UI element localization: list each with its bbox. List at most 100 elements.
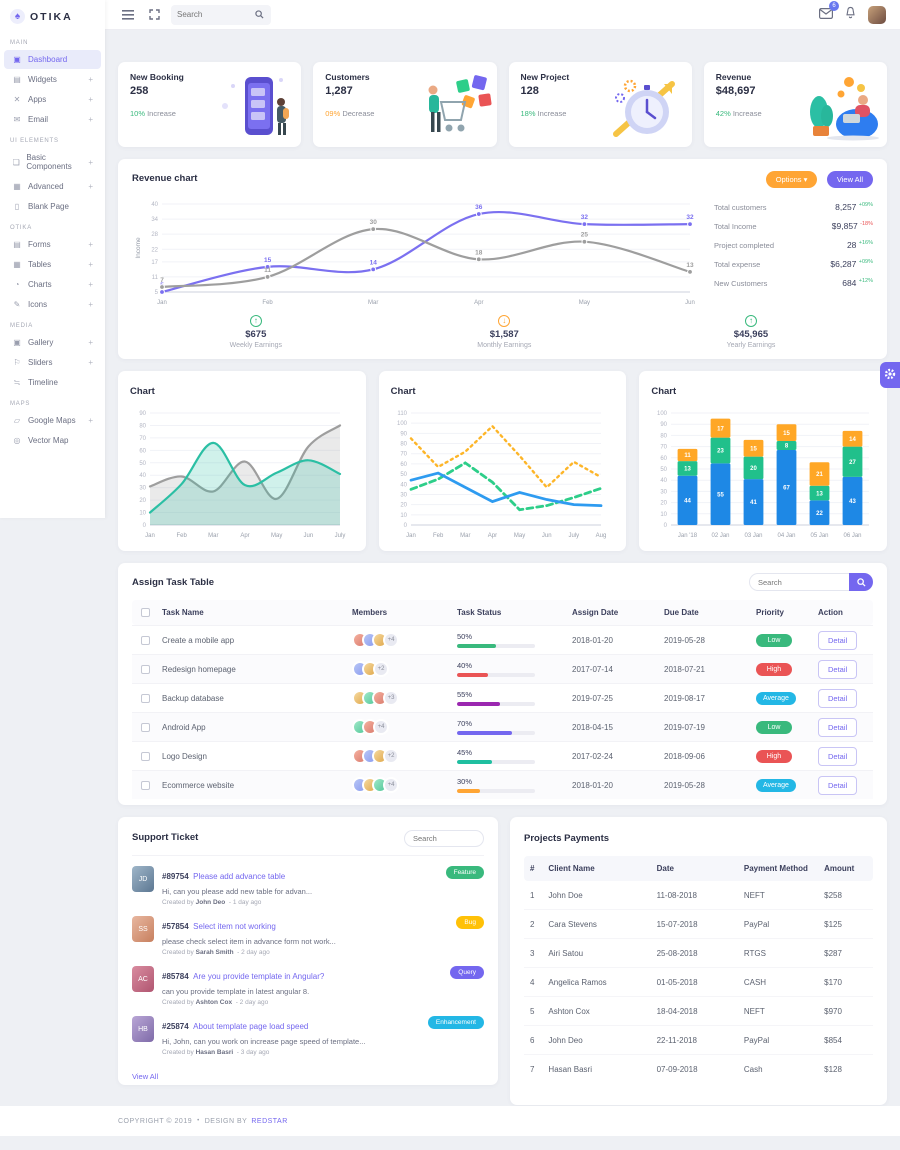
sidebar-item-vector-map[interactable]: ◎ Vector Map bbox=[4, 431, 101, 450]
ticket-title-link[interactable]: Are you provide template in Angular? bbox=[193, 972, 324, 981]
sidebar-item-basic-components[interactable]: ❏ Basic Components + bbox=[4, 148, 101, 176]
ticket-title-link[interactable]: Please add advance table bbox=[193, 872, 285, 881]
task-search-input[interactable] bbox=[749, 573, 849, 591]
view-all-button[interactable]: View All bbox=[827, 171, 873, 188]
progress-label: 55% bbox=[457, 690, 568, 699]
charts-icon: ◔ bbox=[12, 280, 22, 289]
row-checkbox[interactable] bbox=[141, 723, 150, 732]
brand-name: OTIKA bbox=[30, 11, 73, 23]
sidebar-item-icons[interactable]: ✎ Icons + bbox=[4, 295, 101, 314]
svg-text:May: May bbox=[514, 533, 525, 539]
fullscreen-icon[interactable] bbox=[145, 6, 163, 24]
sidebar-section-label: MEDIA bbox=[0, 315, 105, 332]
stat-label: Total customers bbox=[714, 203, 767, 212]
footer-brand-link[interactable]: REDSTAR bbox=[251, 1118, 287, 1125]
detail-button[interactable]: Detail bbox=[818, 776, 857, 795]
stat-card-change: 10% Increase bbox=[130, 109, 184, 118]
extra-members-badge: +4 bbox=[373, 719, 389, 735]
sidebar-item-charts[interactable]: ◔ Charts + bbox=[4, 275, 101, 294]
stat-card-value: 1,287 bbox=[325, 85, 374, 97]
shopping-illustration bbox=[407, 72, 497, 142]
sidebar-item-apps[interactable]: ✕ Apps + bbox=[4, 90, 101, 109]
stat-card-change: 18% Increase bbox=[521, 109, 570, 118]
support-title: Support Ticket bbox=[132, 832, 198, 843]
ticket-meta: Created by John Deo - 1 day ago bbox=[162, 899, 312, 906]
svg-text:17: 17 bbox=[151, 260, 158, 266]
task-search-button[interactable] bbox=[849, 573, 873, 591]
sidebar-item-sliders[interactable]: ⚐ Sliders + bbox=[4, 353, 101, 372]
table-row: 6John Deo22-11-2018PayPal$854 bbox=[524, 1026, 873, 1055]
sidebar-item-google-maps[interactable]: ▱ Google Maps + bbox=[4, 411, 101, 430]
table-row: Create a mobile app +4 50% 2018-01-20 20… bbox=[132, 625, 873, 654]
svg-text:34: 34 bbox=[151, 217, 158, 223]
ticket-title-link[interactable]: About template page load speed bbox=[193, 1022, 308, 1031]
user-avatar[interactable] bbox=[868, 6, 886, 24]
gallery-icon: ▣ bbox=[12, 338, 22, 347]
line-chart: 0102030405060708090100110JanFebMarAprMay… bbox=[391, 399, 613, 541]
row-checkbox[interactable] bbox=[141, 752, 150, 761]
sidebar-item-advanced[interactable]: ▦ Advanced + bbox=[4, 177, 101, 196]
task-status: 55% bbox=[457, 690, 572, 706]
sidebar-item-timeline[interactable]: ≒ Timeline bbox=[4, 373, 101, 392]
svg-text:11: 11 bbox=[685, 453, 692, 459]
ticket-id: #25874 bbox=[162, 1022, 189, 1031]
mail-icon[interactable]: 6 bbox=[819, 6, 833, 24]
sidebar-item-forms[interactable]: ▤ Forms + bbox=[4, 235, 101, 254]
menu-toggle-icon[interactable] bbox=[119, 6, 137, 24]
row-checkbox[interactable] bbox=[141, 636, 150, 645]
detail-button[interactable]: Detail bbox=[818, 747, 857, 766]
select-all-checkbox[interactable] bbox=[141, 608, 150, 617]
sidebar-item-tables[interactable]: ▦ Tables + bbox=[4, 255, 101, 274]
sidebar-item-gallery[interactable]: ▣ Gallery + bbox=[4, 333, 101, 352]
detail-button[interactable]: Detail bbox=[818, 631, 857, 650]
support-search-input[interactable] bbox=[404, 830, 484, 847]
options-button[interactable]: Options ▾ bbox=[766, 171, 818, 188]
detail-button[interactable]: Detail bbox=[818, 689, 857, 708]
row-checkbox[interactable] bbox=[141, 665, 150, 674]
priority-badge: High bbox=[756, 750, 792, 763]
sidebar-item-widgets[interactable]: ▤ Widgets + bbox=[4, 70, 101, 89]
sidebar-item-email[interactable]: ✉ Email + bbox=[4, 110, 101, 129]
progress-bar bbox=[457, 644, 535, 648]
svg-text:27: 27 bbox=[850, 460, 857, 466]
settings-fab-button[interactable] bbox=[880, 362, 900, 388]
sidebar-item-label: Tables bbox=[28, 260, 51, 269]
brand: ♠ OTIKA bbox=[0, 0, 105, 32]
support-view-all-link[interactable]: View All bbox=[132, 1072, 158, 1081]
priority-badge: Low bbox=[756, 634, 792, 647]
stat-label: Total Income bbox=[714, 222, 757, 231]
bell-icon[interactable] bbox=[845, 6, 856, 24]
detail-button[interactable]: Detail bbox=[818, 660, 857, 679]
svg-text:Jan: Jan bbox=[145, 533, 155, 539]
row-checkbox[interactable] bbox=[141, 694, 150, 703]
svg-text:100: 100 bbox=[657, 411, 668, 417]
sidebar-item-label: Charts bbox=[28, 280, 52, 289]
bar-chart-card: Chart 0102030405060708090100Jan '1844131… bbox=[639, 371, 887, 551]
table-row: 1John Doe11-08-2018NEFT$258 bbox=[524, 881, 873, 910]
projects-payments-card: Projects Payments #Client NameDatePaymen… bbox=[510, 817, 887, 1105]
svg-text:30: 30 bbox=[400, 492, 407, 498]
stacked-bar-chart: 0102030405060708090100Jan '1844131102 Ja… bbox=[651, 399, 873, 541]
task-status: 30% bbox=[457, 777, 572, 793]
svg-text:May: May bbox=[579, 300, 590, 306]
header-search-input[interactable] bbox=[177, 10, 255, 19]
svg-text:40: 40 bbox=[139, 473, 146, 479]
row-checkbox[interactable] bbox=[141, 781, 150, 790]
sidebar-item-dashboard[interactable]: ▣ Dashboard bbox=[4, 50, 101, 69]
sidebar-nav: MAIN ▣ Dashboard ▤ Widgets + ✕ Apps + ✉ … bbox=[0, 32, 105, 450]
payments-title: Projects Payments bbox=[524, 833, 609, 844]
stat-card-new-booking: New Booking 258 10% Increase bbox=[118, 62, 301, 147]
sidebar-item-blank-page[interactable]: ▯ Blank Page bbox=[4, 197, 101, 216]
payment-cell: 5 bbox=[524, 1007, 548, 1016]
table-row: Logo Design +2 45% 2017-02-24 2018-09-06… bbox=[132, 741, 873, 770]
expand-plus-icon: + bbox=[88, 280, 93, 289]
svg-text:36: 36 bbox=[475, 204, 483, 211]
payment-cell: John Deo bbox=[548, 1036, 656, 1045]
task-name: Android App bbox=[162, 723, 352, 732]
detail-button[interactable]: Detail bbox=[818, 718, 857, 737]
assign-date: 2017-07-14 bbox=[572, 665, 664, 674]
svg-text:21: 21 bbox=[817, 472, 824, 478]
ticket-title-link[interactable]: Select item not working bbox=[193, 922, 276, 931]
ticket-avatar: HB bbox=[132, 1016, 154, 1042]
sidebar-section-label: OTIKA bbox=[0, 217, 105, 234]
